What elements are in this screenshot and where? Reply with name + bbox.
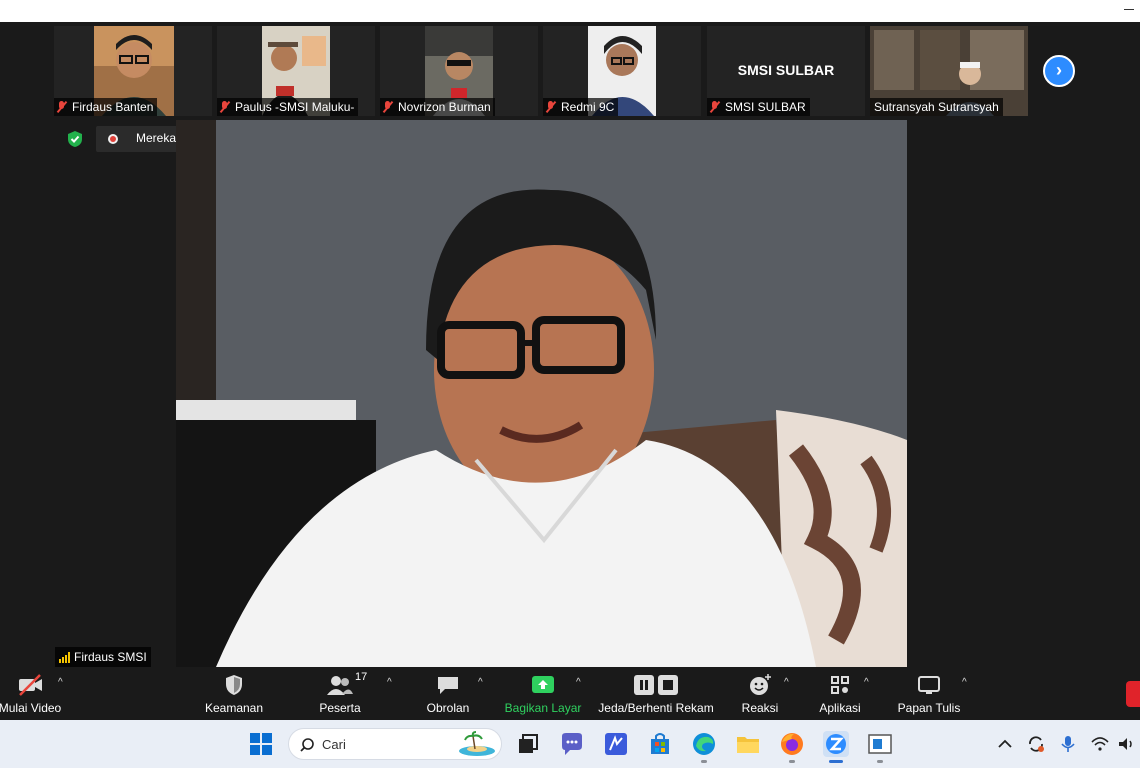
share-screen-icon	[532, 676, 554, 693]
mic-muted-icon	[382, 101, 394, 113]
participant-tile[interactable]: SMSI SULBAR SMSI SULBAR	[707, 26, 865, 116]
teams-chat-icon[interactable]	[558, 730, 586, 758]
participant-name: Sutransyah Sutransyah	[870, 98, 1003, 116]
store-icon[interactable]	[646, 730, 674, 758]
running-indicator	[701, 760, 707, 763]
participant-name: Redmi 9C	[543, 98, 619, 116]
signal-strength-icon	[59, 651, 70, 663]
window-title-bar	[0, 0, 1140, 22]
file-explorer-icon[interactable]	[734, 730, 762, 758]
participant-display-name: SMSI SULBAR	[737, 62, 835, 78]
participant-name: SMSI SULBAR	[707, 98, 810, 116]
emoji-icon	[750, 674, 771, 695]
security-shield-icon[interactable]	[66, 130, 84, 148]
apps-icon	[831, 676, 849, 694]
taskbar-search-box[interactable]: Cari	[288, 728, 502, 760]
participant-strip: Firdaus Banten Paulus -SMSI Maluku- Novr…	[0, 22, 1140, 118]
pause-stop-recording-button[interactable]: Jeda/Berhenti Rekam	[596, 671, 716, 717]
microphone-icon[interactable]	[1058, 734, 1078, 754]
mic-muted-icon	[545, 101, 557, 113]
participant-name: Novrizon Burman	[380, 98, 495, 116]
reactions-options-caret[interactable]: ^	[784, 677, 789, 688]
chat-options-caret[interactable]: ^	[478, 677, 483, 688]
task-view-icon[interactable]	[514, 730, 542, 758]
participant-tile[interactable]: Paulus -SMSI Maluku-	[217, 26, 375, 116]
active-speaker-name: Firdaus SMSI	[55, 647, 151, 667]
participant-tile[interactable]: Sutransyah Sutransyah	[870, 26, 1028, 116]
participant-count: 17	[355, 671, 368, 683]
meeting-controls-toolbar: Mulai Video ^ Keamanan 17 Peserta ^ Obro…	[0, 667, 1140, 720]
running-indicator	[877, 760, 883, 763]
recording-dot-icon	[108, 134, 118, 144]
speaker-icon[interactable]	[1116, 734, 1136, 754]
participant-name: Firdaus Banten	[54, 98, 158, 116]
search-highlight-illustration	[459, 731, 495, 756]
search-icon	[300, 738, 314, 752]
app-window-icon[interactable]	[866, 730, 894, 758]
participant-tile[interactable]: Firdaus Banten	[54, 26, 212, 116]
edge-icon[interactable]	[690, 730, 718, 758]
app-icon[interactable]	[602, 730, 630, 758]
share-options-caret[interactable]: ^	[576, 677, 581, 688]
wifi-icon[interactable]	[1090, 734, 1110, 754]
active-speaker-video	[176, 120, 907, 667]
windows-start-icon[interactable]	[247, 730, 275, 758]
mic-muted-icon	[709, 101, 721, 113]
whiteboard-icon	[918, 676, 940, 694]
chat-button[interactable]: Obrolan	[408, 671, 488, 717]
active-app-indicator	[829, 760, 843, 763]
whiteboard-options-caret[interactable]: ^	[962, 677, 967, 688]
sync-icon[interactable]	[1026, 734, 1046, 754]
participants-icon	[327, 676, 353, 695]
end-meeting-button[interactable]	[1126, 681, 1140, 707]
firefox-icon[interactable]	[778, 730, 806, 758]
mic-muted-icon	[219, 101, 231, 113]
zoom-icon[interactable]	[822, 730, 850, 758]
chevron-right-icon: ›	[1056, 60, 1062, 80]
chevron-up-icon[interactable]	[995, 734, 1015, 754]
minimize-icon[interactable]	[1124, 9, 1134, 10]
apps-options-caret[interactable]: ^	[864, 677, 869, 688]
next-page-button[interactable]: ›	[1043, 55, 1075, 87]
video-options-caret[interactable]: ^	[58, 677, 63, 688]
participants-button[interactable]: 17 Peserta	[300, 671, 380, 717]
shield-icon	[226, 675, 242, 695]
windows-taskbar: Cari	[0, 720, 1140, 768]
security-button[interactable]: Keamanan	[194, 671, 274, 717]
participants-options-caret[interactable]: ^	[387, 677, 392, 688]
zoom-meeting-window: Firdaus Banten Paulus -SMSI Maluku- Novr…	[0, 22, 1140, 720]
participant-tile[interactable]: Novrizon Burman	[380, 26, 538, 116]
participant-tile[interactable]: Redmi 9C	[543, 26, 701, 116]
pause-stop-icon	[634, 675, 678, 695]
running-indicator	[789, 760, 795, 763]
video-off-icon	[19, 674, 42, 696]
participant-name: Paulus -SMSI Maluku-	[217, 98, 359, 116]
chat-icon	[438, 677, 458, 694]
whiteboard-button[interactable]: Papan Tulis	[889, 671, 969, 717]
mic-muted-icon	[56, 101, 68, 113]
share-screen-button[interactable]: Bagikan Layar	[502, 671, 584, 717]
